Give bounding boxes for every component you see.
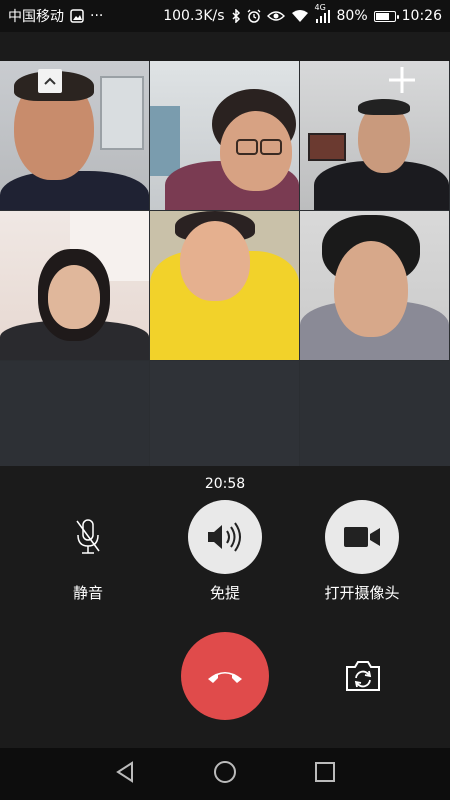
participant-video-5[interactable] [150,211,299,360]
switch-camera-button[interactable] [341,656,385,696]
battery-icon [373,10,399,22]
camera-button[interactable] [325,500,399,574]
signal-icon: 4G [315,3,331,23]
wifi-icon [291,9,309,23]
eye-icon [266,10,285,22]
grid-empty-cell [150,361,299,466]
network-type: 4G [314,3,326,12]
grid-empty-cell [0,361,149,466]
back-icon[interactable] [114,761,136,787]
participant-video-1[interactable] [0,61,149,210]
hang-up-button[interactable] [181,632,269,720]
recents-icon[interactable] [314,761,336,787]
participant-video-2[interactable] [150,61,299,210]
speaker-button[interactable] [188,500,262,574]
battery-level [375,12,389,20]
mute-control[interactable]: 静音 [28,500,148,603]
camera-label: 打开摄像头 [324,584,400,602]
speaker-control[interactable]: 免提 [165,500,285,603]
plus-icon [389,67,415,93]
status-bar-left: 中国移动 ··· [8,6,103,26]
status-bar-right: 100.3K/s 4G 80% 10:26 [163,3,442,24]
hang-up-icon [208,672,242,683]
participant-video-3[interactable] [300,61,449,210]
participant-video-6[interactable] [300,211,449,360]
add-participant-button[interactable] [384,62,420,98]
mute-label: 静音 [72,584,103,602]
speaker-label: 免提 [209,584,240,602]
bluetooth-icon [231,9,241,23]
alarm-icon [247,9,261,23]
microphone-icon [76,519,100,554]
more-indicator: ··· [90,8,104,24]
mute-button[interactable] [51,500,125,574]
chevron-up-icon [44,77,56,85]
collapse-button[interactable] [38,69,62,93]
speaker-icon [208,522,241,552]
video-camera-icon [344,527,380,547]
carrier-name: 中国移动 [8,9,64,25]
battery-percent: 80% [336,8,368,24]
participant-video-4[interactable] [0,211,149,360]
switch-camera-icon [346,661,380,691]
call-duration: 20:58 [204,476,246,492]
grid-empty-cell [300,361,450,466]
image-icon [70,9,84,23]
status-bar: 中国移动 ··· 100.3K/s 4G 80% 10:26 [0,0,450,32]
camera-control[interactable]: 打开摄像头 [302,500,422,603]
navigation-bar [0,748,450,800]
home-icon[interactable] [213,760,237,788]
network-speed: 100.3K/s [163,8,225,24]
clock: 10:26 [401,8,442,24]
